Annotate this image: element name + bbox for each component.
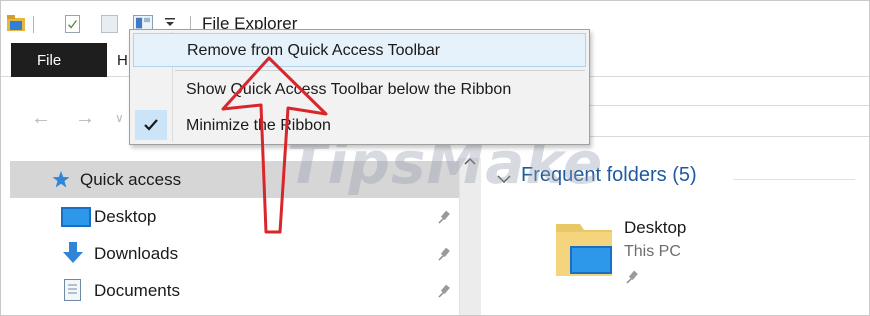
- pin-icon: [626, 270, 638, 284]
- desktop-folder-icon[interactable]: [554, 218, 614, 280]
- chevron-down-icon[interactable]: ∨: [115, 111, 124, 125]
- nav-item-label: Quick access: [80, 170, 182, 189]
- nav-item-downloads[interactable]: Downloads: [10, 235, 459, 272]
- star-icon: [52, 171, 70, 188]
- folder-location: This PC: [624, 243, 681, 260]
- new-folder-icon[interactable]: [101, 15, 118, 33]
- toolbar-context-menu: Remove from Quick Access Toolbar Show Qu…: [129, 29, 590, 145]
- pin-icon: [438, 210, 450, 224]
- customize-dropdown-icon[interactable]: [164, 17, 176, 27]
- folder-icon[interactable]: [7, 15, 25, 31]
- folder-name[interactable]: Desktop: [624, 218, 686, 238]
- checkmark-icon: [144, 119, 158, 131]
- menu-item-label: Show Quick Access Toolbar below the Ribb…: [186, 81, 512, 98]
- nav-item-label: Documents: [94, 281, 180, 300]
- chevron-down-icon[interactable]: [497, 174, 511, 184]
- check-highlight: [135, 110, 167, 140]
- arrow-right-icon[interactable]: →: [75, 107, 95, 130]
- navigation-pane: Quick access Desktop Downloads Documents: [10, 158, 459, 315]
- menu-item-show-toolbar-below-ribbon[interactable]: Show Quick Access Toolbar below the Ribb…: [133, 73, 586, 107]
- tab-home[interactable]: H: [117, 52, 128, 69]
- navigation-pane-scrollbar[interactable]: [459, 158, 481, 315]
- pin-icon: [438, 284, 450, 298]
- document-icon: [64, 279, 81, 301]
- nav-item-documents[interactable]: Documents: [10, 272, 459, 309]
- menu-item-minimize-ribbon[interactable]: Minimize the Ribbon: [133, 109, 586, 143]
- content-pane: Frequent folders (5) Desktop This PC: [481, 158, 869, 315]
- pin-icon: [438, 247, 450, 261]
- group-divider: [733, 179, 855, 180]
- menu-separator: [175, 70, 585, 71]
- nav-item-label: Downloads: [94, 244, 179, 263]
- menu-item-remove-from-toolbar[interactable]: Remove from Quick Access Toolbar: [133, 33, 586, 67]
- address-bar[interactable]: [587, 105, 869, 137]
- menu-item-label: Remove from Quick Access Toolbar: [187, 42, 441, 59]
- tab-file[interactable]: File: [11, 43, 107, 77]
- download-icon: [63, 242, 83, 263]
- nav-item-quick-access[interactable]: Quick access: [10, 161, 459, 198]
- toolbar-separator: [33, 16, 34, 33]
- group-header-frequent-folders[interactable]: Frequent folders (5): [521, 164, 697, 187]
- file-explorer-window: File Explorer File H ← → ∨ Quick access …: [0, 0, 870, 316]
- properties-icon[interactable]: [65, 15, 80, 33]
- desktop-icon: [61, 207, 91, 227]
- menu-item-label: Minimize the Ribbon: [186, 117, 331, 134]
- arrow-left-icon[interactable]: ←: [31, 107, 51, 130]
- chevron-up-icon[interactable]: [464, 156, 476, 166]
- nav-item-desktop[interactable]: Desktop: [10, 198, 459, 235]
- nav-item-label: Desktop: [94, 207, 157, 226]
